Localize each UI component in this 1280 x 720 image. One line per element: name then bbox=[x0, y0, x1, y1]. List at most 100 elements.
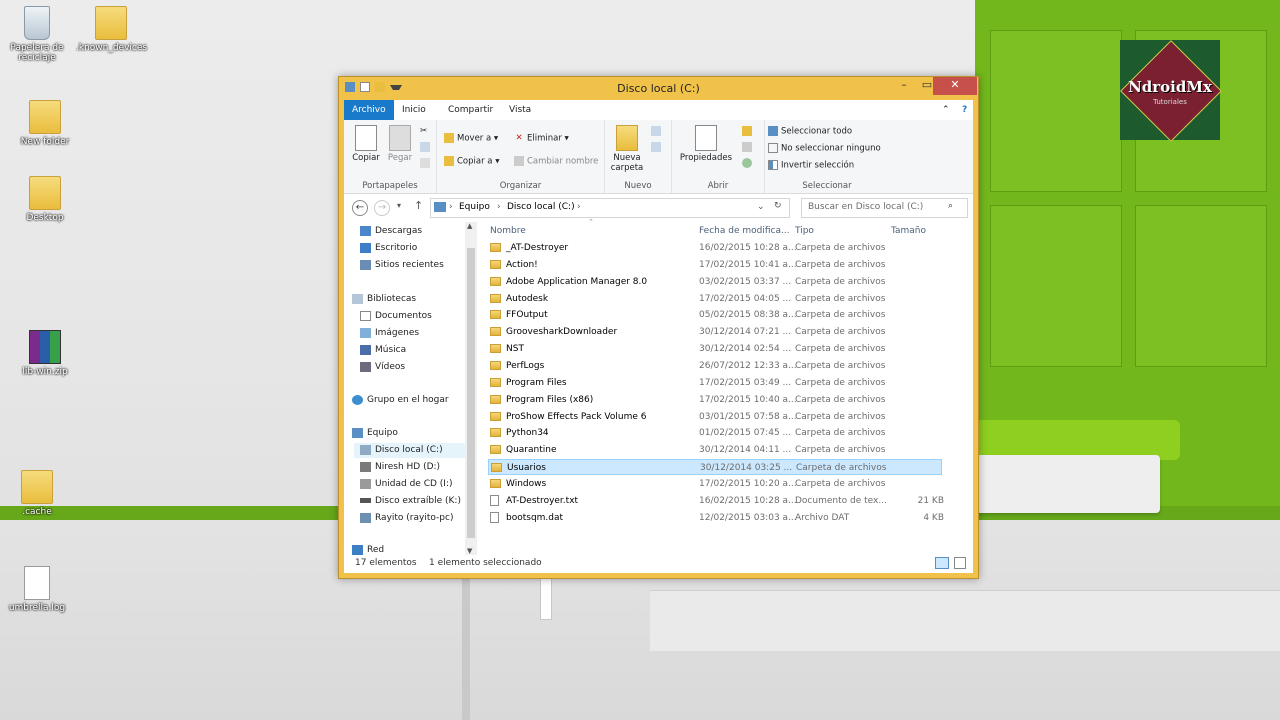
table-row[interactable]: Action! 17/02/2015 10:41 a... Carpeta de a… bbox=[488, 257, 942, 273]
table-row[interactable]: GroovesharkDownloader 30/12/2014 07:21 ..… bbox=[488, 324, 942, 340]
desktop-icon-label: Desktop bbox=[26, 213, 64, 223]
nav-item-documentos[interactable]: Documentos bbox=[360, 309, 432, 324]
folder-icon bbox=[490, 428, 501, 438]
column-header-date[interactable]: Fecha de modifica... bbox=[699, 226, 790, 236]
search-icon[interactable]: ⌕ bbox=[948, 201, 953, 211]
table-row[interactable]: NST 30/12/2014 02:54 ... Carpeta de archiv… bbox=[488, 341, 942, 357]
table-row[interactable]: Python34 01/02/2015 07:45 ... Carpeta de a… bbox=[488, 425, 942, 441]
nav-item-musica[interactable]: Música bbox=[360, 343, 406, 358]
breadcrumb-disco-local[interactable]: Disco local (C:) bbox=[507, 202, 575, 212]
details-view-icon[interactable] bbox=[935, 557, 949, 569]
large-icons-view-icon[interactable] bbox=[954, 557, 966, 569]
nav-item-imagenes[interactable]: Imágenes bbox=[360, 326, 419, 341]
nav-item-disco-extraible[interactable]: Disco extraíble (K:) bbox=[360, 494, 461, 509]
nav-item-disco-local[interactable]: Disco local (C:) bbox=[354, 443, 465, 458]
address-bar[interactable]: › Equipo › Disco local (C:) › ⌄ ↻ bbox=[430, 198, 790, 218]
file-name: ProShow Effects Pack Volume 6 bbox=[506, 411, 647, 422]
nav-item-unidad-cd[interactable]: Unidad de CD (I:) bbox=[360, 477, 453, 492]
desktop-icon-cache[interactable]: .cache bbox=[2, 470, 72, 517]
copy-button[interactable]: Copiar bbox=[348, 125, 384, 163]
table-row[interactable]: Adobe Application Manager 8.0 03/02/2015 … bbox=[488, 274, 942, 290]
new-folder-label: Nueva carpeta bbox=[610, 153, 644, 173]
move-to-label: Mover a ▾ bbox=[457, 133, 499, 144]
paste-button[interactable]: Pegar bbox=[384, 125, 416, 163]
copy-path-icon[interactable] bbox=[420, 142, 433, 153]
history-icon[interactable] bbox=[742, 158, 755, 169]
nav-label: Descargas bbox=[375, 226, 423, 236]
table-row[interactable]: Windows 17/02/2015 10:20 a... Carpeta de a… bbox=[488, 476, 942, 492]
file-date: 03/01/2015 07:58 a... bbox=[699, 411, 797, 422]
scroll-down-icon[interactable]: ▼ bbox=[467, 547, 472, 555]
table-row[interactable]: PerfLogs 26/07/2012 12:33 a... Carpeta de … bbox=[488, 358, 942, 374]
table-row[interactable]: Program Files (x86) 17/02/2015 10:40 a...… bbox=[488, 392, 942, 408]
scrollbar-thumb[interactable] bbox=[467, 248, 475, 538]
file-name: Quarantine bbox=[506, 445, 557, 456]
navpane-scrollbar[interactable]: ▲ ▼ bbox=[465, 222, 477, 555]
properties-button[interactable]: Propiedades bbox=[678, 125, 734, 163]
cut-icon[interactable]: ✂ bbox=[420, 126, 427, 136]
table-row[interactable]: ProShow Effects Pack Volume 6 03/01/2015 … bbox=[488, 409, 942, 425]
tab-compartir[interactable]: Compartir bbox=[440, 100, 501, 120]
title-bar[interactable]: Disco local (C:) – ▭ ✕ bbox=[339, 77, 978, 100]
table-row[interactable]: FFOutput 05/02/2015 08:38 a... Carpeta de … bbox=[488, 307, 942, 323]
select-all-button[interactable]: Seleccionar todo bbox=[768, 126, 852, 137]
nav-item-equipo[interactable]: Equipo bbox=[352, 426, 398, 441]
music-icon bbox=[360, 344, 371, 355]
close-button[interactable]: ✕ bbox=[933, 77, 977, 95]
nav-item-descargas[interactable]: Descargas bbox=[360, 224, 422, 239]
nav-item-sitios-recientes[interactable]: Sitios recientes bbox=[360, 258, 444, 273]
select-none-button[interactable]: No seleccionar ninguno bbox=[768, 143, 881, 154]
search-box[interactable]: Buscar en Disco local (C:) ⌕ bbox=[801, 198, 968, 218]
back-button[interactable]: ← bbox=[352, 200, 368, 216]
desktop-icon-lib-win-zip[interactable]: lib-win.zip bbox=[10, 330, 80, 377]
tab-inicio[interactable]: Inicio bbox=[394, 100, 434, 120]
table-row[interactable]: AT-Destroyer.txt 16/02/2015 10:28 a... Doc… bbox=[488, 493, 944, 509]
column-header-name[interactable]: Nombre bbox=[490, 226, 526, 236]
new-folder-button[interactable]: Nueva carpeta bbox=[607, 125, 647, 173]
desktop-icon-desktop[interactable]: Desktop bbox=[10, 176, 80, 223]
scroll-up-icon[interactable]: ▲ bbox=[467, 222, 472, 230]
breadcrumb-equipo[interactable]: Equipo bbox=[459, 202, 490, 212]
nav-item-grupo-hogar[interactable]: Grupo en el hogar bbox=[352, 393, 449, 408]
table-row[interactable]: Program Files 17/02/2015 03:49 ... Carpeta… bbox=[488, 375, 942, 391]
desktop-icon-new-folder[interactable]: New folder bbox=[10, 100, 80, 147]
move-to-button[interactable]: Mover a ▾ bbox=[444, 133, 498, 144]
nav-item-escritorio[interactable]: Escritorio bbox=[360, 241, 417, 256]
logo-subtext: Tutoriales bbox=[1153, 98, 1187, 106]
forward-button[interactable]: → bbox=[374, 200, 390, 216]
recent-locations-icon[interactable]: ▾ bbox=[397, 201, 401, 210]
nav-item-bibliotecas[interactable]: Bibliotecas bbox=[352, 292, 416, 307]
paste-shortcut-icon[interactable] bbox=[420, 158, 433, 169]
rename-label: Cambiar nombre bbox=[527, 156, 599, 167]
easy-access-icon[interactable] bbox=[651, 142, 664, 153]
copy-to-button[interactable]: Copiar a ▾ bbox=[444, 156, 499, 167]
edit-icon[interactable] bbox=[742, 142, 755, 153]
table-row[interactable]: Usuarios 30/12/2014 03:25 ... Carpeta de a… bbox=[488, 459, 942, 476]
table-row[interactable]: _AT-Destroyer 16/02/2015 10:28 a... Carpet… bbox=[488, 240, 942, 256]
search-input[interactable]: Buscar en Disco local (C:) bbox=[808, 202, 923, 212]
tab-vista[interactable]: Vista bbox=[501, 100, 539, 120]
column-header-size[interactable]: Tamaño bbox=[891, 226, 926, 236]
table-row[interactable]: Autodesk 17/02/2015 04:05 ... Carpeta de a… bbox=[488, 291, 942, 307]
address-dropdown-icon[interactable]: ⌄ bbox=[757, 202, 765, 212]
help-icon[interactable]: ? bbox=[954, 100, 975, 120]
up-arrow-icon[interactable]: ↑ bbox=[414, 199, 423, 212]
delete-button[interactable]: ✕ Eliminar ▾ bbox=[514, 133, 568, 144]
table-row[interactable]: Quarantine 30/12/2014 04:11 ... Carpeta de… bbox=[488, 442, 942, 458]
desktop-icon-umbrella-log[interactable]: umbrella.log bbox=[2, 566, 72, 613]
nav-item-videos[interactable]: Vídeos bbox=[360, 360, 405, 375]
table-row[interactable]: bootsqm.dat 12/02/2015 03:03 a... Archivo … bbox=[488, 510, 944, 526]
desktop-icon-known-devices[interactable]: .known_devices bbox=[76, 6, 147, 53]
invert-selection-button[interactable]: Invertir selección bbox=[768, 160, 854, 171]
desktop-icon-recycle-bin[interactable]: Papelera de reciclaje bbox=[2, 6, 72, 63]
tab-archivo[interactable]: Archivo bbox=[344, 100, 394, 120]
rename-button[interactable]: Cambiar nombre bbox=[514, 156, 598, 167]
rename-icon bbox=[514, 156, 524, 166]
refresh-icon[interactable]: ↻ bbox=[774, 201, 782, 211]
nav-item-rayito[interactable]: Rayito (rayito-pc) bbox=[360, 511, 453, 526]
file-type: Carpeta de archivos bbox=[795, 411, 886, 422]
open-icon[interactable] bbox=[742, 126, 755, 137]
column-header-type[interactable]: Tipo bbox=[795, 226, 814, 236]
nav-item-niresh-hd[interactable]: Niresh HD (D:) bbox=[360, 460, 440, 475]
new-item-icon[interactable] bbox=[651, 126, 664, 137]
